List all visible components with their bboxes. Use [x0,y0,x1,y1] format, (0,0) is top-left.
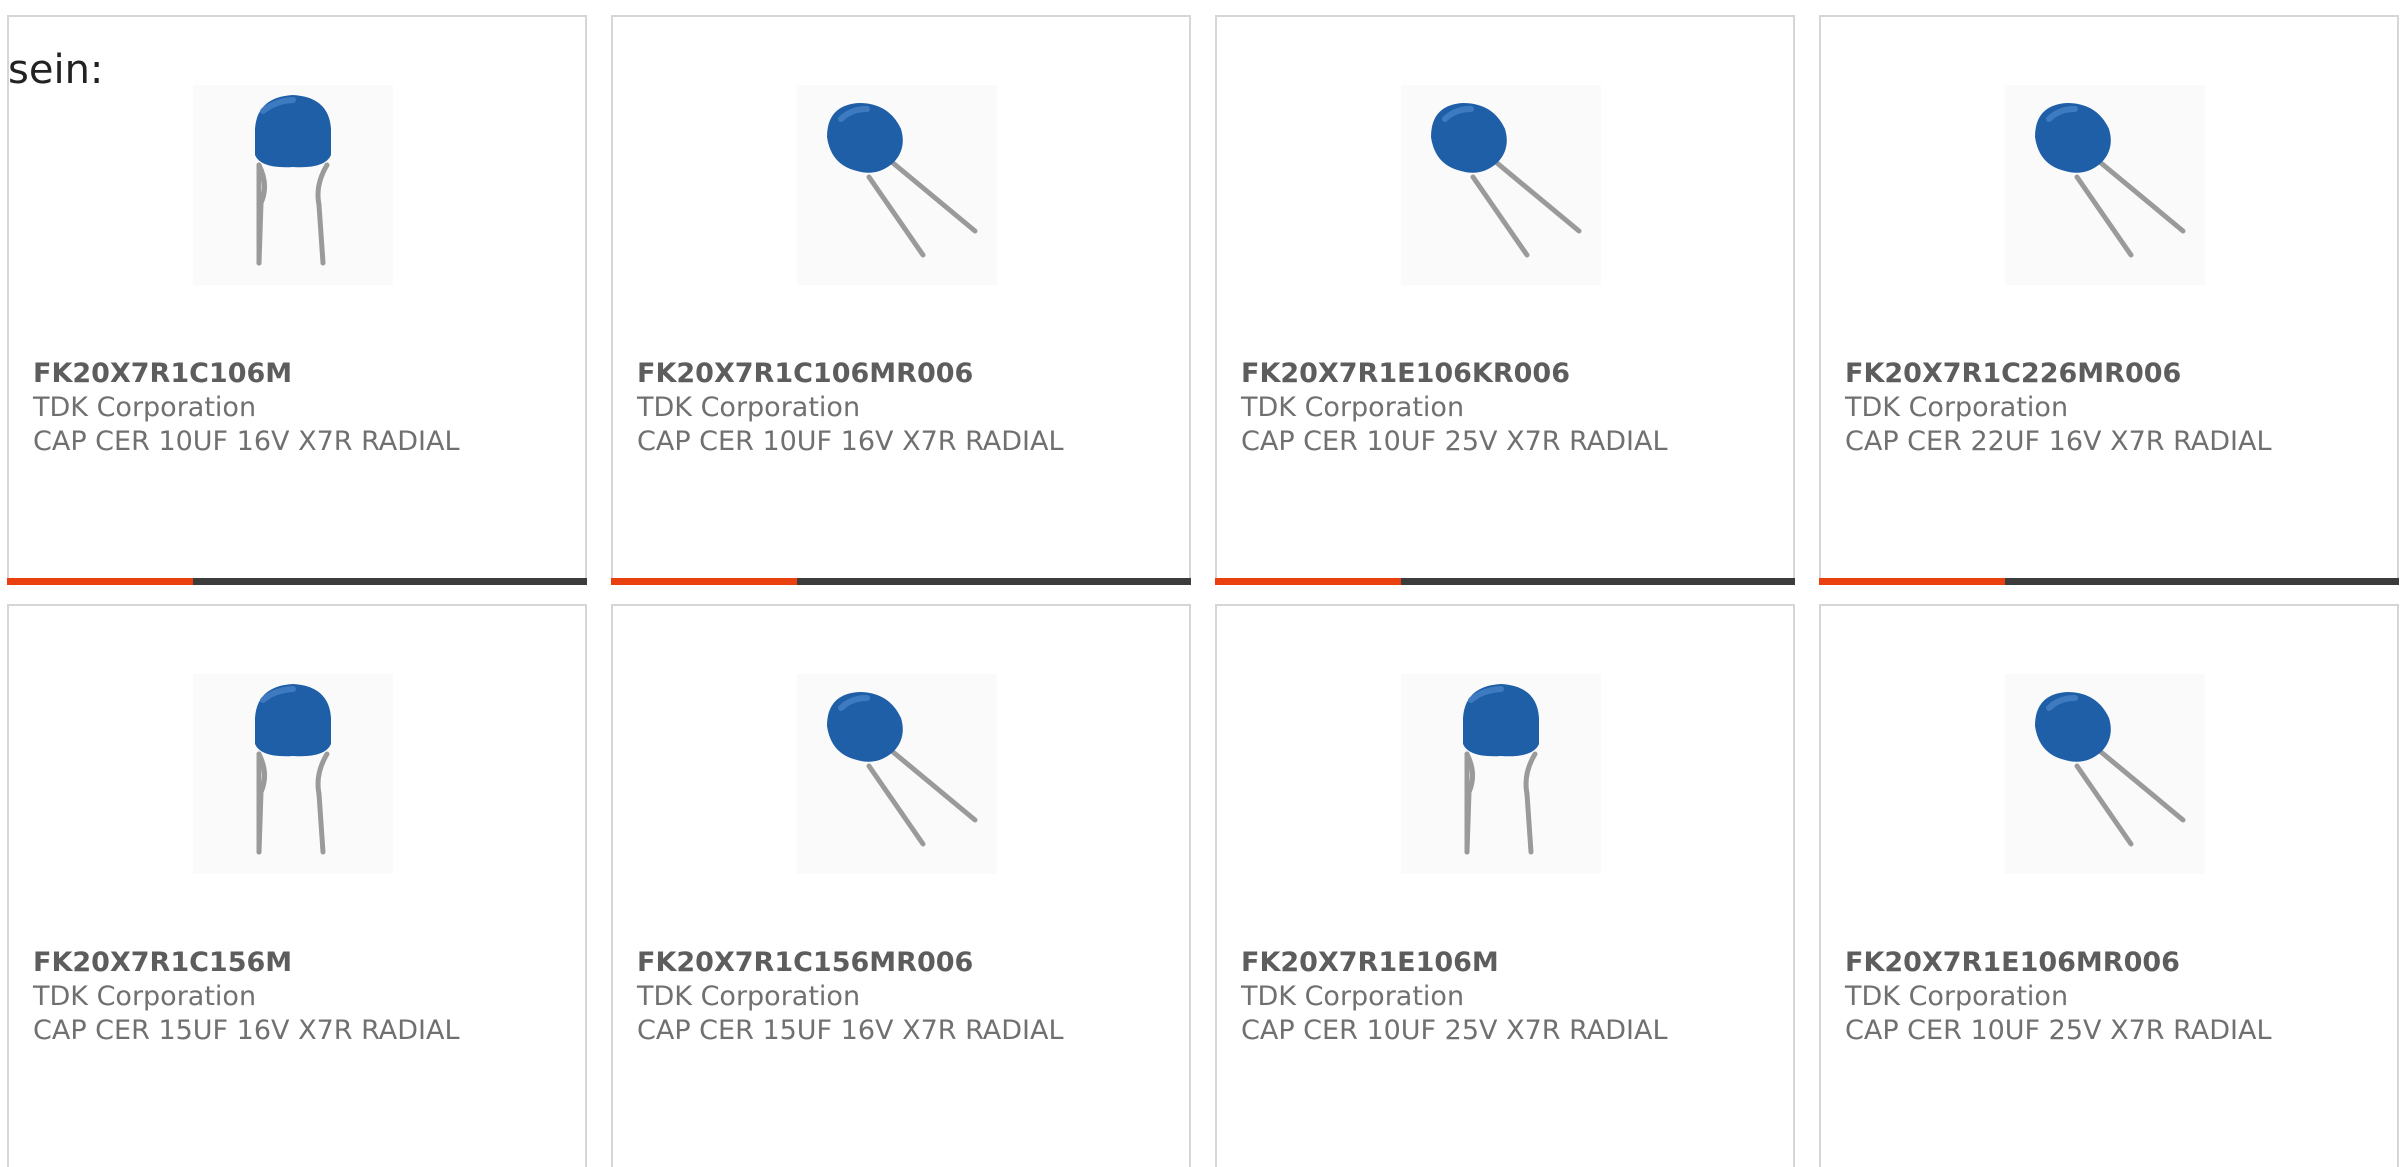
part-number-link[interactable]: FK20X7R1E106M [1241,946,1773,980]
product-description: CAP CER 10UF 25V X7R RADIAL [1241,1015,1668,1046]
product-info: FK20X7R1E106KR006 TDK Corporation CAP CE… [1241,357,1773,459]
manufacturer-name: TDK Corporation [33,392,257,423]
radial-capacitor-tilted-icon [827,103,978,258]
part-number-link[interactable]: FK20X7R1E106MR006 [1845,946,2377,980]
part-number-link[interactable]: FK20X7R1C226MR006 [1845,357,2377,391]
product-info: FK20X7R1C106M TDK Corporation CAP CER 10… [33,357,565,459]
product-image[interactable] [797,85,997,285]
manufacturer-name: TDK Corporation [637,981,861,1012]
part-number-link[interactable]: FK20X7R1C156M [33,946,565,980]
product-card[interactable]: FK20X7R1C156M TDK Corporation CAP CER 15… [7,604,587,1167]
manufacturer-name: TDK Corporation [1845,981,2069,1012]
product-description: CAP CER 15UF 16V X7R RADIAL [33,1015,460,1046]
product-card[interactable]: FK20X7R1C106M TDK Corporation CAP CER 10… [7,15,587,585]
product-card[interactable]: FK20X7R1C106MR006 TDK Corporation CAP CE… [611,15,1191,585]
part-number-link[interactable]: FK20X7R1C106M [33,357,565,391]
product-card[interactable]: FK20X7R1C226MR006 TDK Corporation CAP CE… [1819,15,2399,585]
product-image[interactable] [193,674,393,874]
radial-capacitor-tilted-icon [1431,103,1582,258]
intro-text: sein: [8,47,104,93]
radial-capacitor-tilted-icon [2035,103,2186,258]
manufacturer-name: TDK Corporation [33,981,257,1012]
product-card[interactable]: FK20X7R1E106M TDK Corporation CAP CER 10… [1215,604,1795,1167]
product-image[interactable] [2005,85,2205,285]
radial-capacitor-upright-icon [1463,684,1539,855]
carousel-progress-fill [1819,578,2005,585]
part-number-link[interactable]: FK20X7R1E106KR006 [1241,357,1773,391]
product-description: CAP CER 10UF 16V X7R RADIAL [637,426,1064,457]
radial-capacitor-upright-icon [255,95,331,266]
product-info: FK20X7R1C156M TDK Corporation CAP CER 15… [33,946,565,1048]
manufacturer-name: TDK Corporation [1241,392,1465,423]
carousel-progress-fill [7,578,193,585]
product-info: FK20X7R1E106MR006 TDK Corporation CAP CE… [1845,946,2377,1048]
product-info: FK20X7R1E106M TDK Corporation CAP CER 10… [1241,946,1773,1048]
product-card[interactable]: FK20X7R1E106MR006 TDK Corporation CAP CE… [1819,604,2399,1167]
manufacturer-name: TDK Corporation [637,392,861,423]
manufacturer-name: TDK Corporation [1241,981,1465,1012]
manufacturer-name: TDK Corporation [1845,392,2069,423]
product-description: CAP CER 15UF 16V X7R RADIAL [637,1015,1064,1046]
carousel-progress-bar [1819,578,2399,585]
product-info: FK20X7R1C156MR006 TDK Corporation CAP CE… [637,946,1169,1048]
product-image[interactable] [2005,674,2205,874]
product-card[interactable]: FK20X7R1E106KR006 TDK Corporation CAP CE… [1215,15,1795,585]
product-image[interactable] [797,674,997,874]
carousel-progress-bar [1215,578,1795,585]
carousel-progress-fill [1215,578,1401,585]
product-card[interactable]: FK20X7R1C156MR006 TDK Corporation CAP CE… [611,604,1191,1167]
product-image[interactable] [193,85,393,285]
carousel-progress-bar [7,578,587,585]
product-description: CAP CER 22UF 16V X7R RADIAL [1845,426,2272,457]
product-image[interactable] [1401,674,1601,874]
product-image[interactable] [1401,85,1601,285]
carousel-progress-bar [611,578,1191,585]
product-description: CAP CER 10UF 25V X7R RADIAL [1845,1015,2272,1046]
product-description: CAP CER 10UF 25V X7R RADIAL [1241,426,1668,457]
product-info: FK20X7R1C106MR006 TDK Corporation CAP CE… [637,357,1169,459]
part-number-link[interactable]: FK20X7R1C106MR006 [637,357,1169,391]
product-grid-page: sein: FK20X7R1C106M TDK Corporation CAP … [0,0,2400,1167]
radial-capacitor-tilted-icon [827,692,978,847]
radial-capacitor-upright-icon [255,684,331,855]
product-info: FK20X7R1C226MR006 TDK Corporation CAP CE… [1845,357,2377,459]
radial-capacitor-tilted-icon [2035,692,2186,847]
carousel-progress-fill [611,578,797,585]
part-number-link[interactable]: FK20X7R1C156MR006 [637,946,1169,980]
product-description: CAP CER 10UF 16V X7R RADIAL [33,426,460,457]
